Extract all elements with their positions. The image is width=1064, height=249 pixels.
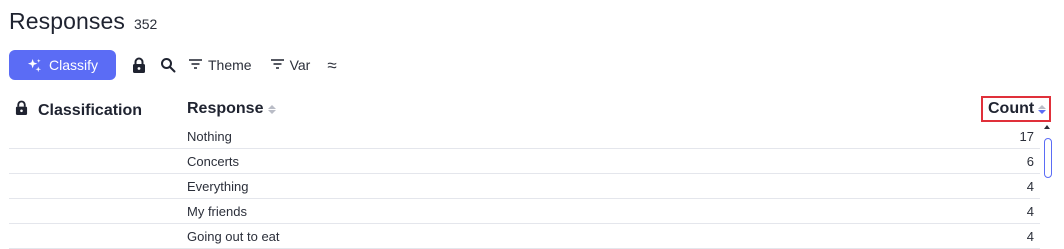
response-cell: My friends [187,204,247,219]
response-count: 352 [133,16,158,32]
count-cell: 4 [1026,204,1034,219]
sort-icon [1038,104,1047,114]
table-row[interactable]: Going out to eat 4 [9,224,1040,249]
table-row[interactable]: Concerts 6 [9,149,1040,174]
table-row[interactable]: My friends 4 [9,199,1040,224]
toolbar: Classify Theme Var ≈ [9,50,337,80]
var-filter-button[interactable]: Var [270,57,311,73]
theme-filter-label: Theme [208,57,252,73]
lock-icon[interactable] [132,57,146,74]
column-header-count-label: Count [988,100,1035,117]
count-cell: 6 [1026,154,1034,169]
column-header-classification-label: Classification [38,101,143,119]
response-cell: Nothing [187,129,232,144]
response-cell: Everything [187,179,249,194]
response-cell: Concerts [187,154,240,169]
search-icon[interactable] [160,57,176,73]
table-row[interactable]: Everything 4 [9,174,1040,199]
sparkle-icon [27,58,42,73]
page-title: Responses [9,8,125,34]
responses-panel: Responses 352 Classify Theme Var ≈ Class… [0,0,1064,249]
response-cell: Going out to eat [187,229,280,244]
column-header-classification: Classification [15,100,142,121]
classify-button-label: Classify [48,57,98,73]
count-cell: 4 [1026,229,1034,244]
count-cell: 4 [1026,179,1034,194]
column-header-response-label: Response [187,100,264,117]
column-header-count[interactable]: Count [981,96,1051,122]
sort-icon [268,104,277,114]
responses-table-body: Nothing 17 Concerts 6 Everything 4 My fr… [9,124,1040,249]
filter-icon [188,57,203,73]
theme-filter-button[interactable]: Theme [188,57,252,73]
filter-icon [270,57,285,73]
column-header-response[interactable]: Response [187,100,277,118]
scroll-up-arrow-icon[interactable] [1044,125,1050,129]
table-row[interactable]: Nothing 17 [9,124,1040,149]
scrollbar-thumb[interactable] [1044,138,1052,178]
approx-icon[interactable]: ≈ [327,57,336,74]
lock-icon[interactable] [15,100,28,121]
var-filter-label: Var [289,57,311,73]
classify-button[interactable]: Classify [9,50,116,80]
title-row: Responses 352 [9,8,157,35]
count-cell: 17 [1019,129,1034,144]
